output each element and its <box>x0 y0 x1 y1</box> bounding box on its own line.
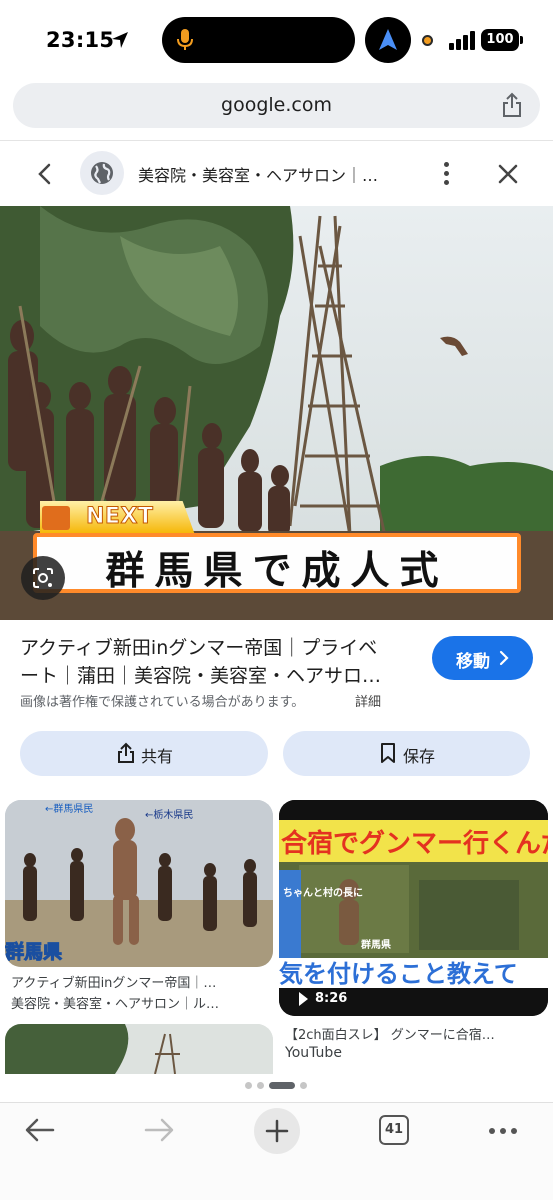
related-image-1[interactable]: ←栃木県民 ←群馬県民 群馬県 <box>5 800 273 967</box>
related-2-title[interactable]: 【2ch面白スレ】 グンマーに合宿… <box>285 1024 547 1043</box>
copyright-notice: 画像は著作権で保護されている場合があります。 <box>20 695 305 710</box>
gunma-label: ←群馬県民 <box>45 802 93 815</box>
share-label: 共有 <box>141 747 174 766</box>
related-2-source[interactable]: YouTube <box>285 1045 342 1061</box>
back-arrow-icon[interactable] <box>24 1117 56 1143</box>
card1-overlay-text: 群馬県 <box>5 940 62 963</box>
globe-icon <box>91 162 113 184</box>
next-tag: NEXT <box>40 501 195 535</box>
clock: 23:15 <box>46 28 115 52</box>
url-text[interactable]: google.com <box>13 94 540 116</box>
save-label: 保存 <box>403 747 436 766</box>
lens-search-button[interactable] <box>21 556 65 600</box>
tab-switcher-button[interactable]: 41 <box>379 1115 409 1145</box>
battery-tip <box>520 36 523 44</box>
visit-button[interactable]: 移動 <box>432 636 533 680</box>
privacy-indicator-dot <box>422 35 433 46</box>
chevron-right-icon <box>499 650 509 666</box>
lens-header: 美容院・美容室・ヘアサロン｜… <box>0 146 553 202</box>
lens-icon <box>33 568 53 588</box>
bottom-toolbar: 41 <box>0 1103 553 1200</box>
new-tab-button[interactable] <box>254 1108 300 1154</box>
share-icon[interactable] <box>500 92 524 118</box>
navigation-arrow-icon <box>379 29 397 50</box>
video-side-text: ちゃんと村の長に <box>283 886 363 899</box>
plus-icon <box>265 1119 289 1143</box>
battery-icon: 100 <box>481 29 519 51</box>
video-duration: 8:26 <box>315 991 348 1006</box>
cellular-signal-icon <box>449 30 475 50</box>
share-button[interactable]: 共有 <box>20 731 268 776</box>
result-title-line1[interactable]: アクティブ新田inグンマー帝国｜プライベ <box>20 634 415 662</box>
details-link[interactable]: 詳細 <box>355 691 381 710</box>
page-indicator <box>245 1082 315 1090</box>
more-horiz-icon[interactable] <box>488 1127 518 1135</box>
tag-icon <box>42 506 70 530</box>
result-image[interactable]: NEXT 群馬県で成人式 <box>0 206 553 620</box>
next-tag-text: NEXT <box>85 504 154 530</box>
video-banner-top: 合宿でグンマー行くんだが <box>281 828 548 859</box>
result-title-line2[interactable]: ート｜蒲田｜美容院・美容室・ヘアサロ… <box>20 662 415 690</box>
close-icon[interactable] <box>496 162 520 186</box>
related-1-subtitle[interactable]: 美容院・美容室・ヘアサロン｜ル… <box>11 993 273 1012</box>
tv-caption: 群馬県で成人式 <box>33 533 521 594</box>
source-page-title[interactable]: 美容院・美容室・ヘアサロン｜… <box>138 162 428 186</box>
navigation-indicator <box>365 17 411 63</box>
video-place-text: 群馬県 <box>361 938 391 951</box>
visit-button-label: 移動 <box>456 652 490 672</box>
address-bar[interactable]: google.com <box>13 83 540 128</box>
microphone-icon <box>177 29 193 50</box>
related-thumbnail-2: 合宿でグンマー行くんだが ちゃんと村の長に 群馬県 気を付けること教えて <box>279 800 548 1016</box>
video-banner-bottom: 気を付けること教えて <box>279 960 518 988</box>
tv-caption-text: 群馬県で成人式 <box>105 549 449 594</box>
save-button[interactable]: 保存 <box>283 731 530 776</box>
location-arrow-icon <box>112 32 128 48</box>
result-title[interactable]: アクティブ新田inグンマー帝国｜プライベ ート｜蒲田｜美容院・美容室・ヘアサロ… <box>20 634 415 690</box>
status-bar: 23:15 100 <box>0 0 553 80</box>
related-image-2[interactable] <box>5 1024 273 1074</box>
more-vert-icon[interactable] <box>437 160 457 188</box>
bookmark-icon <box>381 743 395 763</box>
related-1-title[interactable]: アクティブ新田inグンマー帝国｜… <box>11 972 273 991</box>
share-icon <box>118 742 134 763</box>
divider <box>0 140 553 141</box>
related-video-1[interactable]: 合宿でグンマー行くんだが ちゃんと村の長に 群馬県 気を付けること教えて 8:2… <box>279 800 548 1016</box>
related-thumbnail-1: ←栃木県民 ←群馬県民 群馬県 <box>5 800 273 967</box>
chevron-left-icon[interactable] <box>34 162 56 186</box>
forward-arrow-icon[interactable] <box>143 1117 175 1143</box>
tochigi-label: ←栃木県民 <box>145 808 193 821</box>
site-favicon <box>80 151 124 195</box>
related-thumbnail-3 <box>5 1024 273 1074</box>
